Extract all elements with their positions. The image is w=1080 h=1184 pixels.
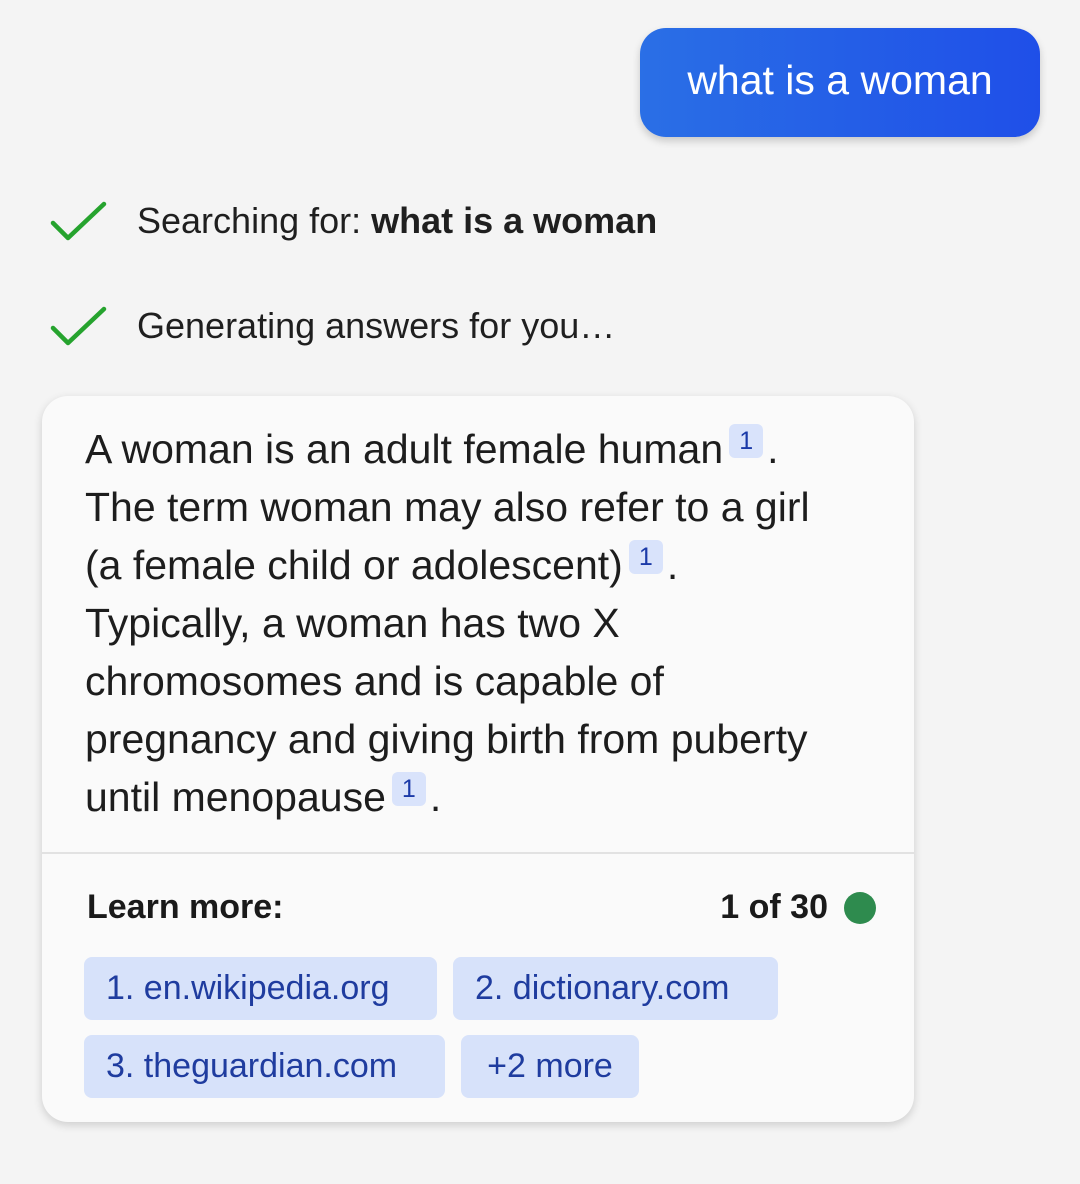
source-link-wikipedia[interactable]: 1. en.wikipedia.org <box>84 957 437 1020</box>
answer-line-text: A woman is an adult female human <box>85 426 724 472</box>
citation-badge[interactable]: 1 <box>391 772 426 806</box>
answer-punctuation: . <box>429 774 442 820</box>
searching-query: what is a woman <box>371 200 658 241</box>
generating-label: Generating answers for you… <box>137 305 616 346</box>
source-link-theguardian[interactable]: 3. theguardian.com <box>84 1035 445 1098</box>
divider <box>42 852 914 854</box>
answer-line: chromosomes and is capable of <box>85 658 664 704</box>
response-counter: 1 of 30 <box>720 888 876 927</box>
user-message-text: what is a woman <box>687 57 993 103</box>
counter-text: 1 of 30 <box>720 888 828 926</box>
status-dot-icon <box>844 891 876 924</box>
answer-text: A woman is an adult female human 1. The t… <box>85 420 865 826</box>
status-generating: Generating answers for you… <box>48 302 615 350</box>
answer-line: A woman is an adult female human 1. <box>85 420 865 478</box>
answer-punctuation: . <box>666 542 679 588</box>
searching-label: Searching for: <box>137 200 362 241</box>
citation-badge[interactable]: 1 <box>628 540 663 574</box>
chat-page: what is a woman Searching for: what is a… <box>0 0 1080 1184</box>
status-searching: Searching for: what is a woman <box>48 197 657 245</box>
answer-line: pregnancy and giving birth from puberty <box>85 716 808 762</box>
answer-line: Typically, a woman has two X <box>85 600 620 646</box>
user-message-bubble: what is a woman <box>640 28 1040 137</box>
answer-line: until menopause 1. <box>85 768 865 826</box>
check-icon <box>50 201 107 241</box>
learn-more-title: Learn more: <box>87 888 284 926</box>
source-link-dictionary[interactable]: 2. dictionary.com <box>453 957 778 1020</box>
citation-badge[interactable]: 1 <box>729 424 764 458</box>
answer-punctuation: . <box>767 426 779 472</box>
answer-line: (a female child or adolescent) 1. <box>85 536 865 594</box>
check-icon <box>50 306 107 346</box>
more-sources-button[interactable]: +2 more <box>461 1035 639 1098</box>
answer-line-text: (a female child or adolescent) <box>85 542 623 588</box>
answer-line: The term woman may also refer to a girl <box>85 484 810 530</box>
answer-line-text: until menopause <box>85 774 386 820</box>
answer-card: A woman is an adult female human 1. The t… <box>42 396 914 1122</box>
